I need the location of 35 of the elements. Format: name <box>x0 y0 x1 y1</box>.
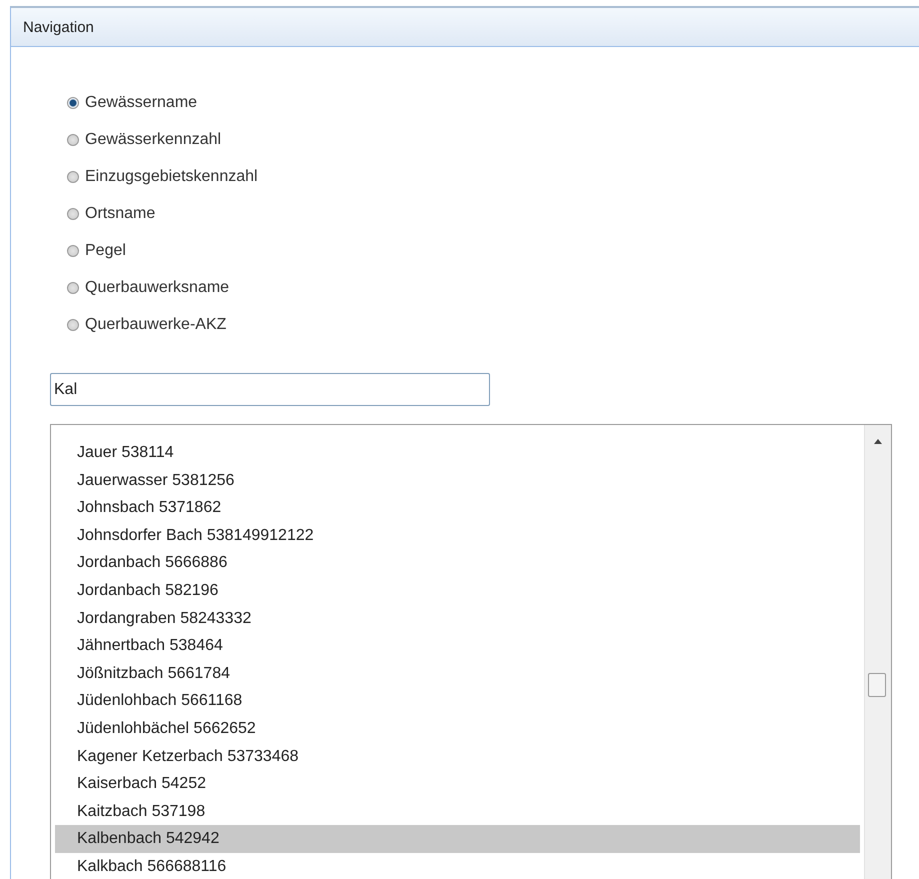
search-mode-option[interactable]: Pegel <box>67 238 919 264</box>
search-mode-option[interactable]: Einzugsgebietskennzahl <box>67 164 919 190</box>
result-item[interactable]: Jauerwasser 5381256 <box>55 466 860 494</box>
result-item[interactable]: Kaiserbach 54252 <box>55 770 860 798</box>
panel-title: Navigation <box>11 8 919 47</box>
result-item[interactable]: Johnsdorfer Bach 538149912122 <box>55 522 860 550</box>
result-item[interactable]: Jordanbach 582196 <box>55 576 860 605</box>
result-item[interactable]: Jüdenlohbächel 5662652 <box>55 714 860 743</box>
result-item[interactable]: Kalbenbach 542942 <box>55 825 860 853</box>
result-item[interactable]: Kalkbach 566688116 <box>55 852 860 879</box>
result-item[interactable]: Jordanbach 5666886 <box>55 549 860 577</box>
result-item[interactable]: Johnsbach 5371862 <box>55 494 860 522</box>
result-item[interactable]: Kaitzbach 537198 <box>55 798 860 826</box>
search-mode-option[interactable]: Querbauwerksname <box>67 275 919 301</box>
radio-button[interactable] <box>67 97 79 109</box>
radio-button[interactable] <box>67 282 79 294</box>
search-mode-option[interactable]: Querbauwerke-AKZ <box>67 312 919 338</box>
result-item[interactable]: Jähnertbach 538464 <box>55 632 860 660</box>
search-mode-option[interactable]: Gewässername <box>67 90 919 116</box>
result-item[interactable]: Jößnitzbach 5661784 <box>55 660 860 688</box>
radio-button[interactable] <box>67 319 79 331</box>
result-item[interactable]: Kagener Ketzerbach 53733468 <box>55 742 860 770</box>
search-mode-option[interactable]: Ortsname <box>67 201 919 227</box>
radio-button[interactable] <box>67 245 79 257</box>
radio-button[interactable] <box>67 208 79 220</box>
search-mode-option[interactable]: Gewässerkennzahl <box>67 127 919 153</box>
scrollbar[interactable] <box>864 425 891 879</box>
radio-button[interactable] <box>67 134 79 146</box>
result-item[interactable]: Jauer 538114 <box>55 439 860 467</box>
result-item[interactable]: Jüdenlohbach 5661168 <box>55 687 860 715</box>
scroll-thumb[interactable] <box>868 673 886 697</box>
result-item[interactable]: Jordangraben 58243332 <box>55 604 860 632</box>
radio-button[interactable] <box>67 171 79 183</box>
search-field[interactable]: Kal <box>50 373 490 406</box>
scroll-up-icon[interactable] <box>874 439 882 444</box>
